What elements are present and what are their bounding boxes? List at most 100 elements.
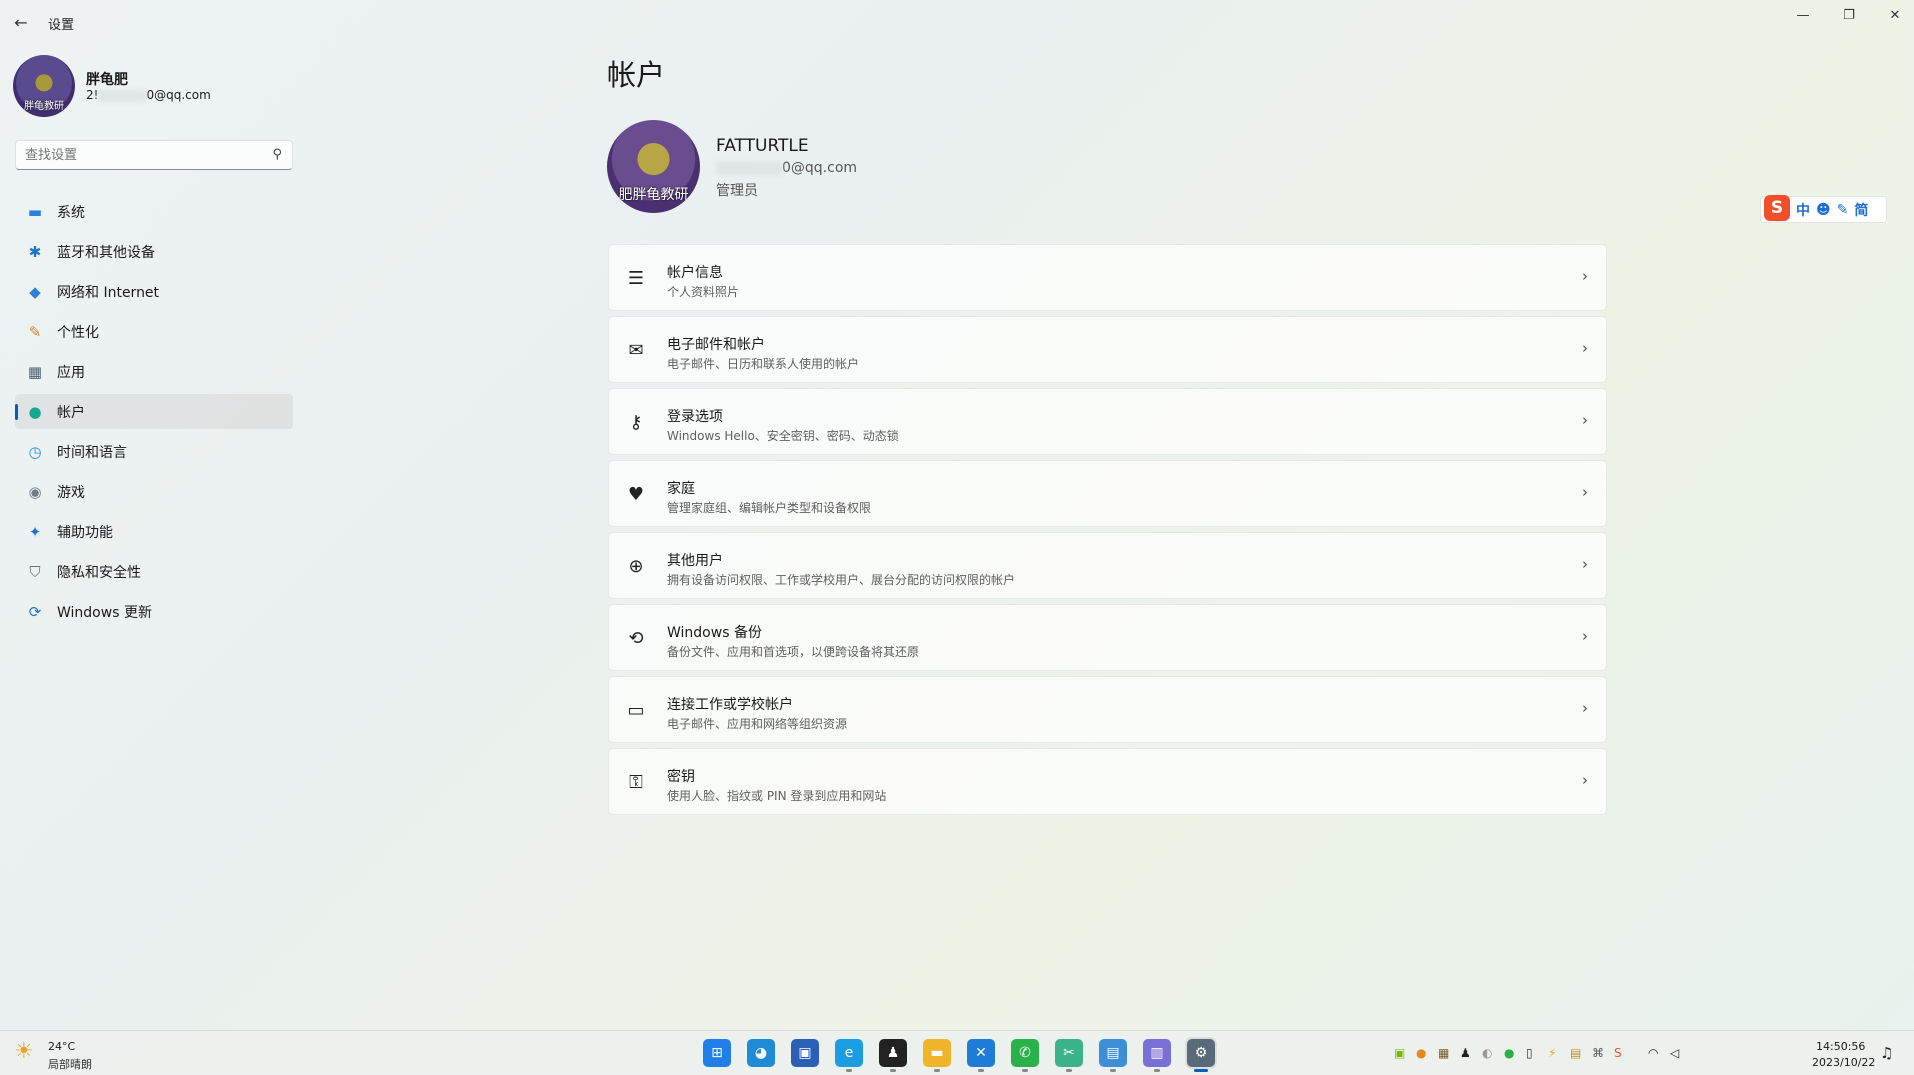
vscode-icon[interactable]: ✕	[967, 1039, 995, 1067]
clock-time[interactable]: 14:50:56	[1816, 1040, 1865, 1053]
app-title: 设置	[48, 18, 75, 33]
card-description: 拥有设备访问权限、工作或学校用户、展台分配的访问权限的帐户	[667, 573, 1016, 587]
chevron-right-icon: ›	[1582, 627, 1588, 645]
account-icon: ●	[28, 402, 42, 421]
chevron-right-icon: ›	[1582, 555, 1588, 573]
start-icon[interactable]: ⊞	[703, 1039, 731, 1067]
back-arrow-icon: ←	[14, 12, 28, 32]
settings-card-briefcase[interactable]: ▭ 连接工作或学校帐户 电子邮件、应用和网络等组织资源 ›	[608, 676, 1607, 743]
running-indicator	[934, 1069, 940, 1072]
system-icon: ▬	[27, 202, 43, 221]
sogou-tray-icon[interactable]: S	[1614, 1046, 1622, 1060]
weather-temp[interactable]: 24°C	[48, 1040, 75, 1053]
clock-date[interactable]: 2023/10/22	[1812, 1056, 1875, 1069]
restore-button[interactable]: ❐	[1826, 4, 1872, 26]
ime-emoji-icon[interactable]: ☻	[1816, 202, 1831, 218]
user-email: 2! 0@qq.com	[86, 88, 211, 102]
xmind-icon[interactable]: ✂	[1055, 1039, 1083, 1067]
mail-icon: ✉	[628, 339, 644, 361]
sidebar-item-shield[interactable]: ⛉ 隐私和安全性	[15, 554, 293, 589]
ime-simplified-mode[interactable]: 简	[1854, 200, 1868, 220]
settings-card-person-info[interactable]: ☰ 帐户信息 个人资料照片 ›	[608, 244, 1607, 311]
card-description: Windows Hello、安全密钥、密码、动态锁	[667, 429, 899, 443]
avatar[interactable]: 胖龟教研	[13, 55, 75, 117]
volume-icon[interactable]: ◁	[1670, 1046, 1679, 1060]
remote-desktop-icon[interactable]: ▤	[1099, 1039, 1127, 1067]
sidebar-item-label: 游戏	[57, 484, 85, 501]
sidebar-item-brush[interactable]: ✎ 个性化	[15, 314, 293, 349]
ime-handwrite-icon[interactable]: ✎	[1837, 202, 1849, 218]
sidebar-item-bluetooth[interactable]: ✱ 蓝牙和其他设备	[15, 234, 293, 269]
settings-card-backup[interactable]: ⟲ Windows 备份 备份文件、应用和首选项，以便跨设备将其还原 ›	[608, 604, 1607, 671]
key-icon: ⚷	[629, 411, 643, 433]
minimize-button[interactable]: —	[1780, 4, 1826, 26]
sidebar-item-accessibility[interactable]: ✦ 辅助功能	[15, 514, 293, 549]
card-description: 管理家庭组、编辑帐户类型和设备权限	[667, 501, 872, 515]
tray-app6-icon[interactable]: ⌘	[1592, 1046, 1604, 1060]
settings-icon[interactable]: ⚙	[1185, 1037, 1217, 1069]
chevron-right-icon: ›	[1582, 699, 1588, 717]
settings-card-key[interactable]: ⚷ 登录选项 Windows Hello、安全密钥、密码、动态锁 ›	[608, 388, 1607, 455]
card-description: 使用人脸、指纹或 PIN 登录到应用和网站	[667, 789, 887, 803]
update-icon: ⟳	[28, 602, 42, 621]
sidebar-item-wifi[interactable]: ◆ 网络和 Internet	[15, 274, 293, 309]
selection-indicator	[15, 404, 18, 420]
settings-card-mail[interactable]: ✉ 电子邮件和帐户 电子邮件、日历和联系人使用的帐户 ›	[608, 316, 1607, 383]
sidebar-item-label: 时间和语言	[57, 444, 127, 461]
close-button[interactable]: ✕	[1872, 4, 1914, 26]
tray-app-icon[interactable]: ●	[1416, 1046, 1426, 1060]
card-description: 电子邮件、日历和联系人使用的帐户	[667, 357, 860, 371]
search-box[interactable]: ⚲	[15, 140, 293, 170]
sidebar-item-apps[interactable]: ▦ 应用	[15, 354, 293, 389]
chevron-right-icon: ›	[1582, 483, 1588, 501]
edge-icon[interactable]: e	[835, 1039, 863, 1067]
ime-chinese-mode[interactable]: 中	[1796, 200, 1810, 220]
ime-toolbar[interactable]: S 中 ☻ ✎ 简	[1760, 194, 1887, 223]
running-indicator	[1022, 1069, 1028, 1072]
weather-desc[interactable]: 局部晴朗	[48, 1056, 92, 1072]
explorer-icon[interactable]: ▬	[923, 1039, 951, 1067]
sidebar-item-label: 网络和 Internet	[57, 284, 160, 301]
qq-icon[interactable]: ♟	[879, 1039, 907, 1067]
sidebar-item-system[interactable]: ▬ 系统	[15, 194, 293, 229]
taskbar	[0, 1030, 1914, 1075]
card-title: 家庭	[667, 481, 695, 497]
sidebar-item-label: 个性化	[57, 324, 99, 341]
search-icon: ⚲	[272, 147, 282, 162]
sun-cloud-icon[interactable]: ☀	[14, 1039, 34, 1064]
tray-app5-icon[interactable]: ▤	[1570, 1046, 1581, 1060]
tray-app2-icon[interactable]: ▦	[1438, 1046, 1449, 1060]
sidebar-item-update[interactable]: ⟳ Windows 更新	[15, 594, 293, 629]
sidebar-item-account[interactable]: ● 帐户	[15, 394, 293, 429]
copilot-icon[interactable]: ▥	[1143, 1039, 1171, 1067]
sogou-logo-icon[interactable]: S	[1764, 194, 1790, 221]
wechat-icon[interactable]: ✆	[1011, 1039, 1039, 1067]
brush-icon: ✎	[28, 322, 42, 341]
tray-app4-icon[interactable]: ⚡	[1548, 1046, 1556, 1060]
card-title: 帐户信息	[667, 265, 723, 281]
back-button[interactable]: ←	[8, 10, 34, 34]
settings-card-add-user[interactable]: ⊕ 其他用户 拥有设备访问权限、工作或学校用户、展台分配的访问权限的帐户 ›	[608, 532, 1607, 599]
sidebar-item-globe-clock[interactable]: ◷ 时间和语言	[15, 434, 293, 469]
tray-app3-icon[interactable]: ◐	[1482, 1046, 1492, 1060]
card-title: 其他用户	[667, 553, 723, 569]
search-input[interactable]	[16, 141, 264, 169]
running-indicator	[1066, 1069, 1072, 1072]
qq-tray-icon[interactable]: ♟	[1460, 1046, 1471, 1060]
wechat-tray-icon[interactable]: ●	[1504, 1046, 1514, 1060]
nvidia-icon[interactable]: ▣	[1394, 1046, 1405, 1060]
account-avatar-caption: 肥胖龟教研	[618, 187, 689, 203]
usb-icon[interactable]: ▯	[1526, 1046, 1533, 1060]
edge-preview-icon[interactable]: ◕	[747, 1039, 775, 1067]
store-icon[interactable]: ▣	[791, 1039, 819, 1067]
account-name: FATTURTLE	[716, 136, 809, 156]
settings-card-passkey[interactable]: ⚿ 密钥 使用人脸、指纹或 PIN 登录到应用和网站 ›	[608, 748, 1607, 815]
running-indicator	[978, 1069, 984, 1072]
wifi-icon[interactable]: ◠	[1648, 1046, 1658, 1060]
bell-icon[interactable]: ♫	[1880, 1044, 1893, 1062]
sidebar-item-label: 隐私和安全性	[57, 564, 141, 581]
sidebar-item-gamepad[interactable]: ◉ 游戏	[15, 474, 293, 509]
settings-card-family-heart[interactable]: ♥ 家庭 管理家庭组、编辑帐户类型和设备权限 ›	[608, 460, 1607, 527]
account-avatar: 肥胖龟教研	[607, 120, 700, 213]
sidebar-item-label: 蓝牙和其他设备	[57, 244, 155, 261]
